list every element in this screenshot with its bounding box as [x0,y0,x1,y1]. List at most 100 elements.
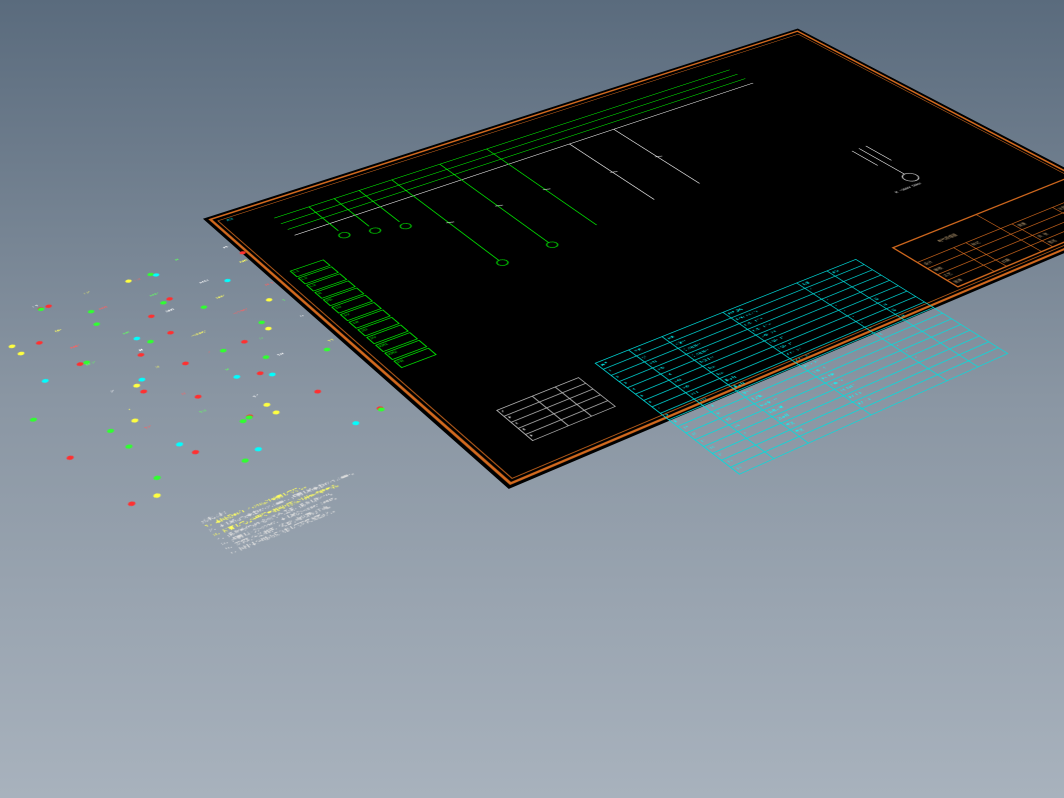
annotation-marker [87,309,96,314]
annotation-marker [146,339,155,344]
annotation-tag: 13 [198,409,207,415]
title-block-cell [974,254,996,265]
annotation-tag: ~380V [190,330,207,338]
annotation-marker [219,348,228,353]
annotation-marker [272,410,281,416]
annotation-marker [199,305,208,310]
title-block-cell [964,249,986,260]
annotation-marker [106,428,115,434]
annotation-marker [232,374,241,379]
annotation-marker [159,301,168,306]
title-block-cell [986,240,1031,260]
title-block-cell [984,260,1006,271]
indicator-lamp [397,222,413,230]
annotation-tag: N [174,258,180,261]
annotation-marker [191,449,201,455]
title-block-cell: 工艺 [938,259,984,280]
annotation-tag: L2 [83,291,91,296]
annotation-marker [93,321,102,326]
annotation-marker [127,500,137,506]
annotation-marker [262,354,271,359]
indicator-lamp [336,231,352,239]
annotation-marker [262,402,271,407]
title-block-cell: 批准 [948,265,994,286]
annotation-tag: ~220V [232,308,249,316]
annotation-marker [138,377,147,382]
annotation-tag: SB1 [165,308,176,314]
annotation-marker [29,417,38,423]
annotation-tag: 4 [207,351,213,355]
annotation-marker [125,279,133,284]
annotation-marker [124,444,133,450]
annotation-tag: KM2 [69,344,81,350]
annotation-marker [41,378,50,383]
annotation-marker [257,320,266,325]
annotation-tag: FU1 [98,305,109,311]
annotation-marker [166,330,175,335]
annotation-tag: 8 [181,392,187,396]
annotation-tag: FU3 [199,279,210,284]
annotation-marker [267,372,276,377]
annotation-marker [37,307,46,312]
annotation-marker [175,441,184,447]
annotation-marker [223,278,231,283]
annotation-marker [131,418,140,424]
annotation-marker [132,383,141,388]
annotation-marker [37,306,46,311]
annotation-marker [181,361,190,366]
annotation-marker [323,347,332,352]
annotation-marker [239,419,248,425]
annotation-tag: 3 [155,365,161,369]
title-block-cell [954,243,976,254]
annotation-marker [152,273,160,277]
annotation-marker [244,415,253,421]
annotation-tag: 14 [252,393,261,398]
title-block-cell [1031,241,1053,252]
annotation-marker [7,344,16,349]
annotation-tag: 12 [144,425,153,431]
annotation-tag: 7 [126,407,132,411]
annotation-marker [44,304,52,309]
annotation-tag: PE [222,245,230,249]
contactor-coil [494,258,511,267]
annotation-marker [16,351,25,356]
annotation-tag: HL1 [264,281,275,286]
title-block-cell: 设计 [918,248,964,269]
annotation-tag: FR [122,331,131,336]
annotation-marker [165,297,174,302]
annotation-marker [193,394,202,399]
annotation-marker [153,492,163,498]
annotation-marker [377,407,386,412]
annotation-tag: QF [54,328,63,333]
annotation-marker [138,389,147,394]
annotation-tag: SB2 [215,294,226,300]
annotation-marker [76,361,85,366]
annotation-marker [264,326,273,331]
annotation-marker [375,406,384,411]
annotation-tag: 11 [327,338,336,343]
cad-3d-viewport[interactable]: A3 L1L2L3NPE1U1V1W2U2VKM1KM2FR [0,0,1064,798]
annotation-tag: 10 [276,352,285,357]
annotation-marker [35,340,44,345]
annotation-marker [148,314,157,319]
annotation-marker [240,340,249,345]
annotation-marker [146,272,154,276]
annotation-tag: 6 [299,314,305,318]
annotation-tag: FU2 [149,292,160,298]
annotation-marker [253,446,263,452]
annotation-tag: 2 [110,389,116,393]
annotation-tag: KM1 [239,258,250,263]
drawing-plane: A3 L1L2L3NPE1U1V1W2U2VKM1KM2FR [203,28,1064,489]
annotation-marker [245,414,254,420]
title-block-cell: 日期 [996,246,1041,267]
annotation-marker [133,336,142,341]
annotation-marker [241,458,251,464]
annotation-marker [264,297,273,302]
annotation-marker [351,421,360,427]
annotation-tag: HL2 [85,361,97,367]
annotation-marker [256,371,265,376]
contactor-coil [544,240,561,249]
annotation-tag: 1 [281,298,287,302]
annotation-tag: L3 [133,278,141,283]
annotation-marker [313,389,322,394]
